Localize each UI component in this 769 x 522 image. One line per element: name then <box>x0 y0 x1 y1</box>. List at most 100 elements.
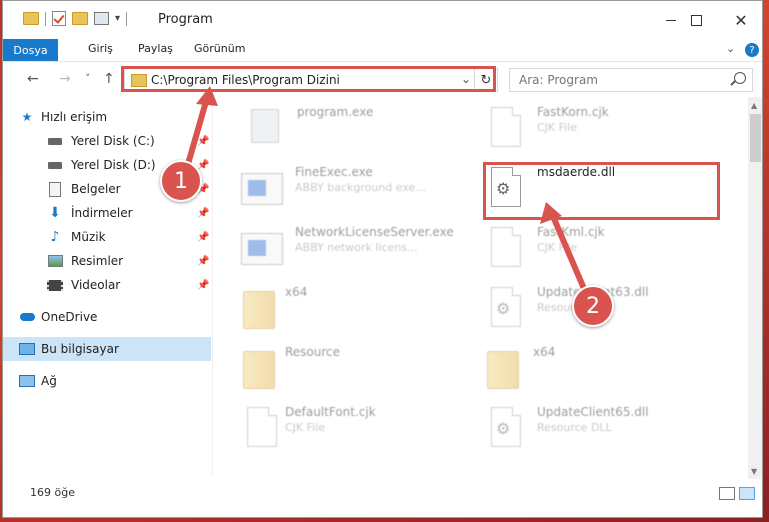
pictures-icon <box>47 254 63 268</box>
scroll-down-icon[interactable]: ▼ <box>751 467 757 476</box>
network-icon <box>19 374 35 388</box>
sidebar-item-onedrive[interactable]: OneDrive <box>3 305 211 329</box>
expand-ribbon-icon[interactable]: ⌄ <box>726 42 735 55</box>
up-button[interactable]: ↑ <box>103 71 115 87</box>
video-icon <box>47 278 63 292</box>
navigation-bar: ← → ˅ ↑ C:\Program Files\Program Dizini … <box>3 62 762 96</box>
pin-icon[interactable]: 📌 <box>197 208 209 219</box>
drive-icon <box>47 158 63 172</box>
pin-icon[interactable]: 📌 <box>197 232 209 243</box>
back-button[interactable]: ← <box>27 71 39 87</box>
file-name: program.exe <box>297 105 374 119</box>
folder-icon <box>23 12 39 25</box>
vertical-scrollbar[interactable]: ▲ ▼ <box>748 97 762 479</box>
dll-gear-icon: ⚙ <box>483 405 527 451</box>
exe-icon <box>241 225 285 271</box>
navigation-pane: ★ Hızlı erişim Yerel Disk (C:) 📌 Yerel D… <box>3 97 211 457</box>
pin-icon[interactable]: 📌 <box>197 160 209 171</box>
folder-icon <box>483 345 527 391</box>
close-button[interactable]: ✕ <box>718 1 762 39</box>
recent-locations-button[interactable]: ˅ <box>85 72 91 85</box>
sidebar-item-quick-access[interactable]: ★ Hızlı erişim <box>3 105 211 129</box>
sidebar-item-label: Yerel Disk (C:) <box>71 134 155 148</box>
new-folder-icon[interactable] <box>72 12 88 25</box>
folder-icon <box>239 285 283 331</box>
sidebar-item-network[interactable]: Ağ <box>3 369 211 393</box>
tab-home[interactable]: Giriş <box>88 42 113 55</box>
title-bar: ▾ Program ✕ <box>3 1 762 39</box>
file-name: FineExec.exe <box>295 165 373 179</box>
sidebar-item-label: OneDrive <box>41 310 98 324</box>
address-bar[interactable]: C:\Program Files\Program Dizini ⌄ ↻ <box>124 68 498 92</box>
rename-icon[interactable] <box>94 12 109 25</box>
step-badge-1: 1 <box>160 160 202 202</box>
file-item[interactable]: FastKorn.cjk CJK File <box>483 101 723 157</box>
music-icon: ♪ <box>50 229 60 245</box>
folder-item[interactable]: x64 <box>483 341 723 397</box>
cloud-icon <box>19 310 35 324</box>
quick-access-toolbar: ▾ <box>23 11 128 26</box>
dll-gear-icon: ⚙ <box>483 285 527 331</box>
star-icon: ★ <box>21 110 33 124</box>
sidebar-item-label: Videolar <box>71 278 121 292</box>
sidebar-item-label: Belgeler <box>71 182 121 196</box>
exe-icon <box>241 165 285 211</box>
customize-dropdown-icon[interactable]: ▾ <box>115 13 120 24</box>
properties-check-icon[interactable] <box>52 11 66 26</box>
file-name: UpdateClient65.dll <box>537 405 649 419</box>
file-item[interactable]: program.exe <box>243 101 483 157</box>
file-item[interactable]: ⚙ UpdateClient65.dll Resource DLL <box>483 401 723 457</box>
file-name: x64 <box>533 345 556 359</box>
refresh-icon[interactable]: ↻ <box>474 69 497 91</box>
sidebar-item-music[interactable]: ♪ Müzik 📌 <box>3 225 211 249</box>
search-input[interactable]: Ara: Program <box>519 73 598 87</box>
file-desc: CJK File <box>537 121 578 134</box>
tab-view[interactable]: Görünüm <box>194 42 245 55</box>
sidebar-item-downloads[interactable]: ⬇ İndirmeler 📌 <box>3 201 211 225</box>
file-item[interactable]: FineExec.exe ABBY background exe... <box>241 161 481 217</box>
sidebar-item-label: Resimler <box>71 254 124 268</box>
sidebar-item-disk-c[interactable]: Yerel Disk (C:) 📌 <box>3 129 211 153</box>
address-path[interactable]: C:\Program Files\Program Dizini <box>151 73 340 87</box>
file-item[interactable]: DefaultFont.cjk CJK File <box>239 401 479 457</box>
document-icon <box>483 225 527 271</box>
computer-icon <box>19 342 35 356</box>
file-item[interactable]: NetworkLicenseServer.exe ABBY network li… <box>241 221 481 277</box>
file-name: FastKml.cjk <box>537 225 605 239</box>
file-name: x64 <box>285 285 308 299</box>
sidebar-item-label: İndirmeler <box>71 206 133 220</box>
folder-item[interactable]: Resource <box>239 341 479 397</box>
toolbar-separator-2 <box>126 11 128 26</box>
sidebar-item-label: Yerel Disk (D:) <box>71 158 156 172</box>
address-dropdown-icon[interactable]: ⌄ <box>461 72 471 86</box>
maximize-button[interactable] <box>673 1 719 39</box>
pin-icon[interactable]: 📌 <box>197 280 209 291</box>
file-item[interactable]: FastKml.cjk CJK File <box>483 221 723 277</box>
scroll-up-icon[interactable]: ▲ <box>751 101 757 110</box>
file-desc: CJK File <box>285 421 326 434</box>
tab-file[interactable]: Dosya <box>3 39 58 61</box>
pin-icon[interactable]: 📌 <box>197 256 209 267</box>
window-title: Program <box>158 12 213 27</box>
help-icon[interactable]: ? <box>745 43 759 57</box>
search-box[interactable]: Ara: Program <box>509 68 753 92</box>
tab-share[interactable]: Paylaş <box>138 42 173 55</box>
sidebar-item-this-pc[interactable]: Bu bilgisayar <box>3 337 211 361</box>
sidebar-item-videos[interactable]: Videolar 📌 <box>3 273 211 297</box>
sidebar-item-pictures[interactable]: Resimler 📌 <box>3 249 211 273</box>
search-icon <box>734 72 746 84</box>
details-view-icon[interactable] <box>719 487 735 500</box>
item-count: 169 öğe <box>30 486 75 499</box>
tiles-view-icon[interactable] <box>739 487 755 500</box>
scrollbar-thumb[interactable] <box>750 114 761 162</box>
pin-icon[interactable]: 📌 <box>197 136 209 147</box>
file-item-msdaerde[interactable]: ⚙ msdaerde.dll <box>483 161 723 217</box>
folder-icon <box>239 345 283 391</box>
program-icon <box>243 105 287 151</box>
sidebar-item-label: Müzik <box>71 230 106 244</box>
file-name: FastKorn.cjk <box>537 105 609 119</box>
explorer-window: ▾ Program ✕ Dosya Giriş Paylaş Görünüm ⌄… <box>2 0 763 518</box>
forward-button[interactable]: → <box>59 71 71 87</box>
file-desc: ABBY background exe... <box>295 181 426 194</box>
folder-item[interactable]: x64 <box>239 281 479 337</box>
